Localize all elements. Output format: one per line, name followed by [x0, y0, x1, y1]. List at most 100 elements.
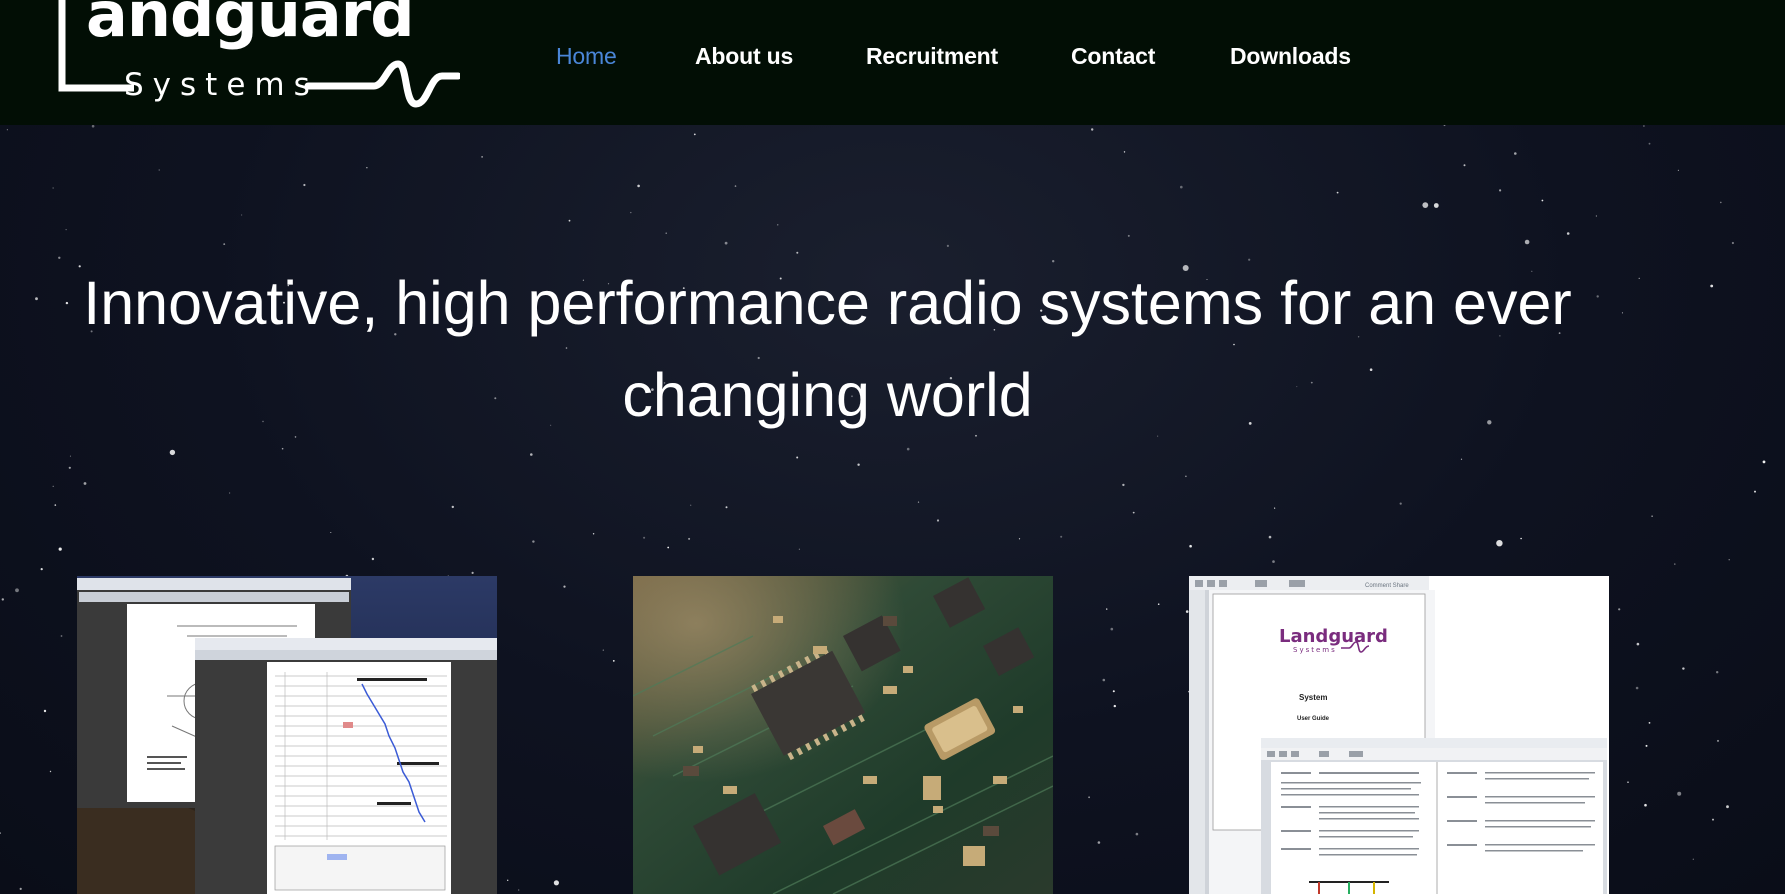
star	[1645, 744, 1648, 747]
star	[1710, 284, 1714, 288]
star	[1726, 805, 1729, 809]
svg-text:System: System	[1299, 693, 1327, 702]
star	[1399, 502, 1402, 505]
star	[1274, 507, 1276, 509]
star	[777, 224, 779, 226]
star	[303, 183, 306, 187]
circuit-board-image	[633, 576, 1053, 894]
star	[1731, 241, 1734, 245]
star	[60, 635, 63, 637]
star	[229, 492, 231, 494]
svg-text:User Guide: User Guide	[1297, 716, 1330, 722]
star	[1091, 128, 1094, 131]
star	[1018, 538, 1021, 540]
star	[1422, 202, 1429, 208]
star	[1060, 535, 1063, 538]
star	[1499, 189, 1502, 192]
star	[1496, 540, 1503, 547]
star	[1636, 642, 1640, 646]
nav-recruitment[interactable]: Recruitment	[866, 40, 998, 72]
star	[688, 537, 691, 540]
nav-contact[interactable]: Contact	[1071, 40, 1155, 72]
star	[1463, 164, 1466, 167]
user-guide-documents-image: Comment Share Landguard Systems System U…	[1189, 576, 1609, 894]
star	[1762, 460, 1766, 464]
star	[725, 506, 728, 509]
nav-downloads[interactable]: Downloads	[1230, 40, 1351, 72]
star	[1106, 608, 1108, 610]
star	[1627, 781, 1629, 783]
star	[936, 519, 940, 522]
landguard-logo[interactable]: andguard Systems	[56, 0, 460, 112]
star	[507, 879, 509, 881]
star	[1514, 152, 1517, 155]
nav-about-us[interactable]: About us	[695, 40, 793, 72]
star	[1185, 475, 1187, 478]
site-header: andguard Systems Home About us Recruitme…	[0, 0, 1785, 125]
star	[52, 485, 54, 487]
star	[1443, 125, 1446, 127]
star	[1648, 722, 1651, 724]
svg-text:Comment Share: Comment Share	[1365, 583, 1409, 589]
star	[1110, 627, 1114, 631]
star	[798, 548, 801, 550]
star	[1754, 490, 1756, 493]
star	[58, 547, 62, 551]
star	[451, 505, 454, 509]
star	[1460, 458, 1463, 460]
star	[54, 504, 57, 506]
star	[532, 540, 535, 543]
star	[693, 133, 696, 136]
star	[1180, 185, 1183, 189]
nav-home[interactable]: Home	[556, 40, 617, 72]
star	[1648, 142, 1651, 145]
star	[1677, 791, 1682, 796]
star	[49, 770, 52, 773]
star	[1088, 796, 1090, 799]
star	[158, 169, 160, 171]
star	[69, 455, 71, 457]
svg-text:Landguard: Landguard	[1279, 626, 1388, 647]
star	[1132, 511, 1135, 514]
star	[330, 532, 332, 533]
feature-card-planning[interactable]	[77, 576, 497, 894]
star	[35, 297, 38, 301]
star	[481, 156, 483, 158]
star	[592, 533, 595, 535]
star	[1712, 818, 1714, 821]
star	[65, 229, 67, 231]
star	[52, 187, 54, 189]
star	[1618, 608, 1621, 611]
star	[1, 598, 4, 601]
star	[241, 214, 243, 216]
star	[169, 449, 176, 456]
star	[1122, 483, 1125, 487]
star	[553, 880, 560, 886]
star	[91, 125, 95, 128]
star	[1595, 215, 1597, 217]
star	[796, 251, 799, 254]
star	[1524, 239, 1530, 245]
star	[602, 649, 604, 651]
star	[724, 241, 728, 245]
star	[6, 129, 8, 131]
star	[19, 887, 22, 891]
star	[530, 453, 533, 456]
star	[1336, 191, 1339, 194]
star	[665, 232, 667, 234]
star	[1717, 739, 1719, 742]
star	[612, 660, 615, 662]
feature-card-electronics[interactable]	[633, 576, 1053, 894]
star	[734, 185, 737, 187]
star	[630, 211, 632, 214]
feature-card-documentation[interactable]: Comment Share Landguard Systems System U…	[1189, 576, 1609, 894]
star	[1135, 832, 1139, 836]
star	[1272, 560, 1275, 563]
star	[1127, 234, 1130, 237]
star	[1692, 858, 1694, 860]
star	[1520, 537, 1522, 540]
star	[1635, 686, 1639, 690]
star	[690, 504, 692, 506]
star	[643, 536, 646, 539]
star	[281, 447, 284, 450]
